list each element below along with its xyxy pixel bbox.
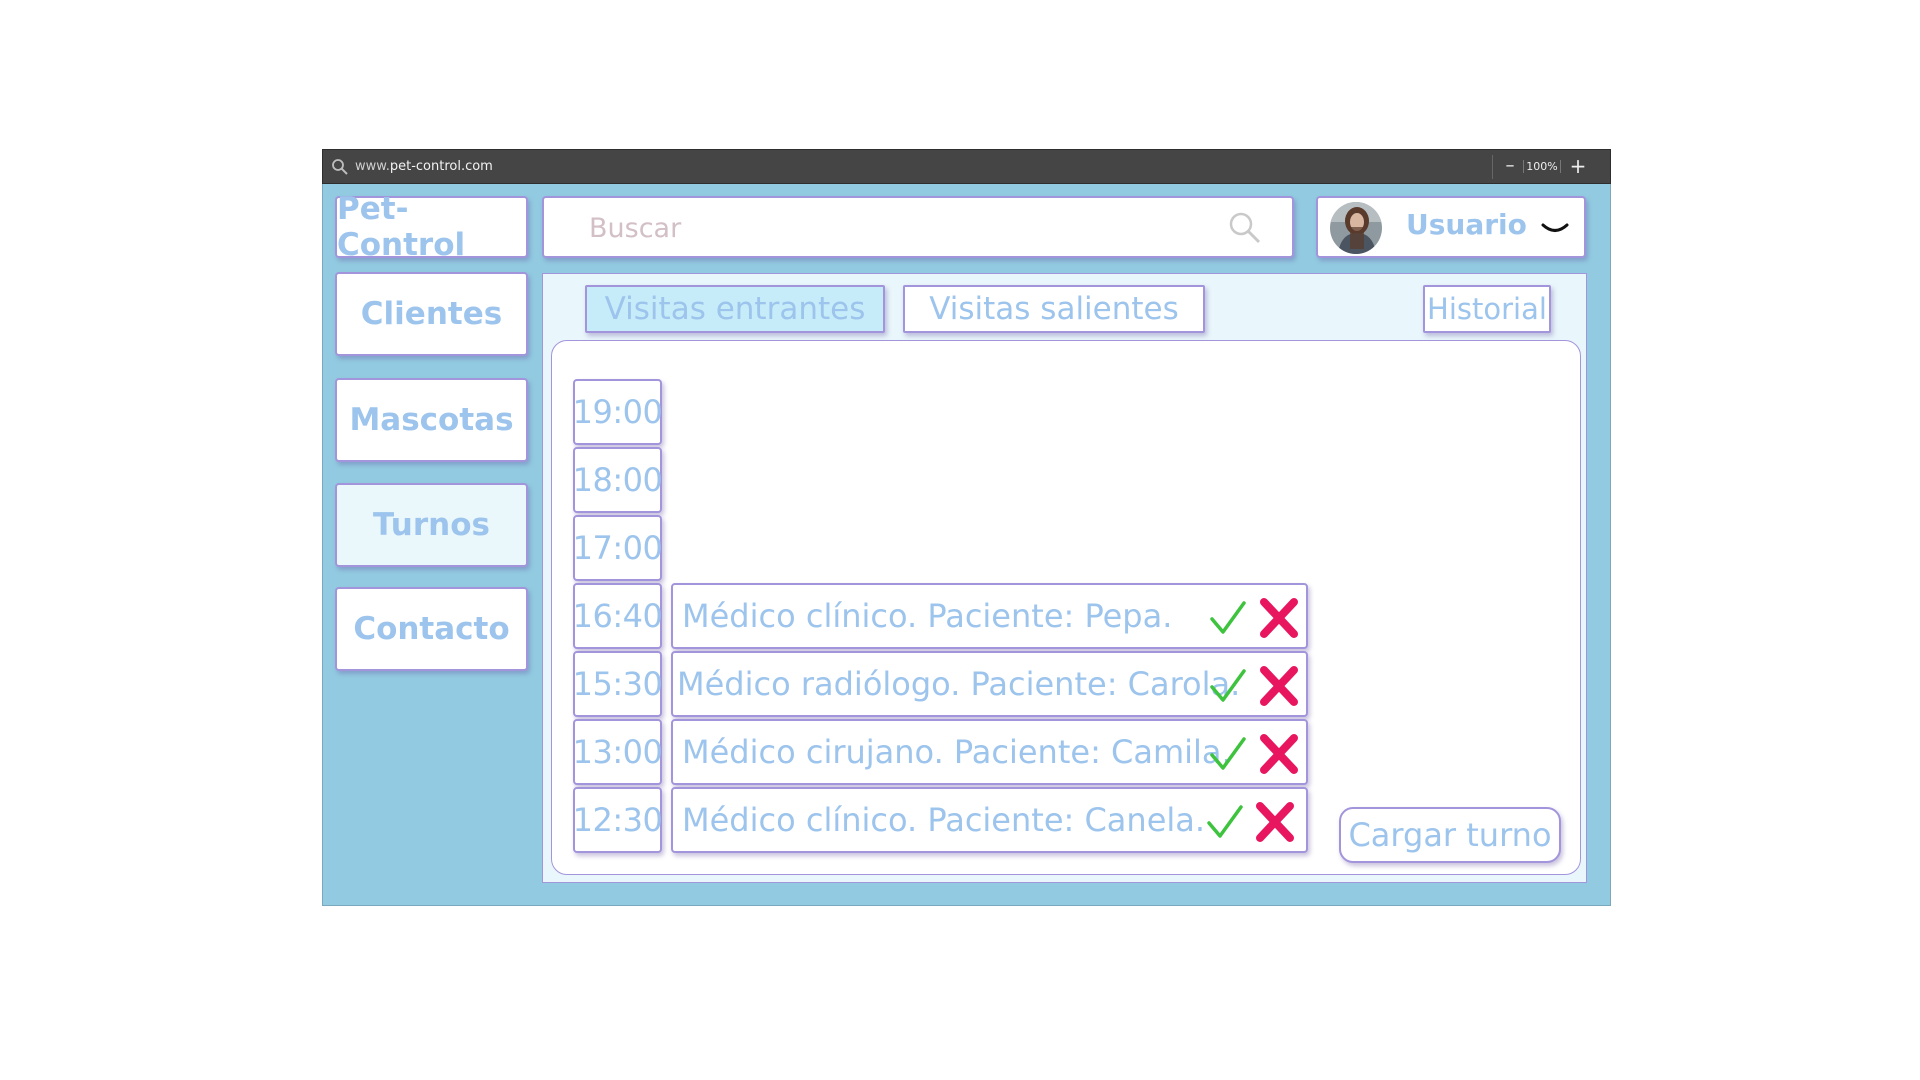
check-icon[interactable] [1209, 735, 1247, 773]
time-slot[interactable]: 18:00 [573, 447, 663, 513]
sidebar-item-turnos[interactable]: Turnos [335, 483, 528, 567]
address-bar[interactable]: www.pet-control.com – 100% + [322, 149, 1611, 184]
user-menu[interactable]: Usuario [1316, 196, 1586, 258]
time-slot[interactable]: 17:00 [573, 515, 663, 581]
appointment-text: Médico radiólogo. Paciente: Carola. [677, 665, 1241, 703]
search-bar[interactable] [542, 196, 1294, 258]
history-button[interactable]: Historial [1423, 285, 1551, 333]
user-name: Usuario [1406, 208, 1527, 241]
x-icon[interactable] [1259, 733, 1299, 775]
avatar[interactable] [1330, 202, 1382, 254]
load-appointment-button[interactable]: Cargar turno [1339, 807, 1561, 863]
appointment-text: Médico clínico. Paciente: Pepa. [682, 597, 1173, 635]
tab-visitas-entrantes[interactable]: Visitas entrantes [585, 285, 885, 333]
appointment-text: Médico clínico. Paciente: Canela. [682, 801, 1206, 839]
chevron-down-icon[interactable] [1540, 214, 1570, 244]
schedule-panel: 19:00 18:00 17:00 16:40 15:30 13:00 12:3… [551, 340, 1581, 875]
app-logo[interactable]: Pet-Control [335, 191, 528, 263]
appointment-row[interactable]: Médico clínico. Paciente: Canela. [671, 787, 1308, 853]
time-slot[interactable]: 16:40 [573, 583, 663, 649]
url-domain: pet-control.com [389, 159, 493, 174]
app-area: Pet-Control Usuario Clientes Masc [322, 184, 1611, 906]
time-slot[interactable]: 19:00 [573, 379, 663, 445]
appointment-row[interactable]: Médico clínico. Paciente: Pepa. [671, 583, 1308, 649]
zoom-control: – 100% + [1492, 155, 1604, 179]
url-prefix: www. [355, 159, 390, 174]
zoom-out-button[interactable]: – [1501, 155, 1519, 179]
sidebar-item-contacto[interactable]: Contacto [335, 587, 528, 671]
time-slot[interactable]: 13:00 [573, 719, 663, 785]
zoom-in-button[interactable]: + [1569, 155, 1587, 179]
url-text[interactable]: www.pet-control.com [355, 159, 493, 174]
time-slot[interactable]: 12:30 [573, 787, 663, 853]
address-search-icon [332, 159, 348, 175]
appointment-row[interactable]: Médico radiólogo. Paciente: Carola. [671, 651, 1308, 717]
x-icon[interactable] [1255, 801, 1295, 843]
zoom-level: 100% [1523, 160, 1561, 173]
check-icon[interactable] [1206, 803, 1244, 841]
search-input[interactable] [589, 212, 1189, 244]
x-icon[interactable] [1259, 665, 1299, 707]
appointment-row[interactable]: Médico cirujano. Paciente: Camila. [671, 719, 1308, 785]
x-icon[interactable] [1259, 597, 1299, 639]
browser-window: www.pet-control.com – 100% + Pet-Control [322, 149, 1611, 906]
time-slot[interactable]: 15:30 [573, 651, 663, 717]
search-icon[interactable] [1227, 210, 1263, 246]
check-icon[interactable] [1209, 599, 1247, 637]
appointment-text: Médico cirujano. Paciente: Camila. [682, 733, 1232, 771]
tab-visitas-salientes[interactable]: Visitas salientes [903, 285, 1205, 333]
sidebar-item-mascotas[interactable]: Mascotas [335, 378, 528, 462]
main-panel: Visitas entrantes Visitas salientes Hist… [542, 273, 1587, 883]
sidebar-item-clientes[interactable]: Clientes [335, 272, 528, 356]
check-icon[interactable] [1209, 667, 1247, 705]
